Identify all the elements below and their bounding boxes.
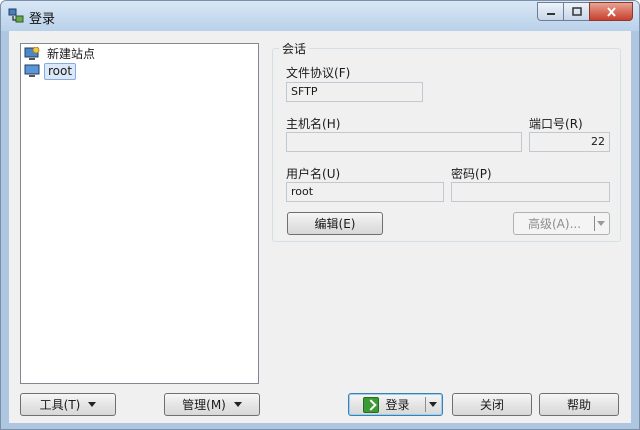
title-bar[interactable]: 登录 — [1, 1, 639, 31]
dialog-body: 新建站点 root 会话 文件协议(F) SFTP 主机名(H) 端口号(R) … — [9, 31, 631, 423]
port-label: 端口号(R) — [529, 117, 583, 131]
maximize-icon — [571, 7, 582, 16]
tools-dropdown-icon — [88, 402, 97, 407]
tree-item-new-site[interactable]: 新建站点 — [24, 46, 98, 62]
tree-item-label: 新建站点 — [47, 46, 96, 61]
tools-button[interactable]: 工具 (T) — [20, 393, 116, 416]
username-hotkey: (U) — [322, 167, 341, 181]
login-icon — [363, 396, 380, 413]
login-button[interactable]: 登录 — [348, 393, 443, 416]
username-input[interactable]: root — [286, 182, 444, 202]
manage-hotkey: (M) — [206, 397, 226, 412]
help-button[interactable]: 帮助 — [539, 393, 619, 416]
new-site-icon — [24, 47, 40, 60]
app-icon — [8, 8, 24, 23]
manage-button[interactable]: 管理 (M) — [164, 393, 260, 416]
close-icon — [606, 6, 616, 17]
tools-hotkey: (T) — [63, 397, 81, 412]
advanced-hotkey: (A)... — [552, 217, 582, 231]
protocol-select[interactable]: SFTP — [286, 82, 423, 102]
advanced-button[interactable]: 高级(A)... — [513, 212, 610, 235]
port-input[interactable]: 22 — [529, 132, 610, 152]
edit-hotkey: (E) — [338, 216, 356, 231]
manage-dropdown-icon — [233, 402, 242, 407]
close-button[interactable]: 关闭 — [452, 393, 532, 416]
host-hotkey: (H) — [322, 117, 341, 131]
host-label: 主机名(H) — [286, 117, 341, 131]
port-hotkey: (R) — [565, 117, 583, 131]
password-input[interactable] — [451, 182, 610, 202]
caption-buttons — [537, 2, 633, 22]
login-dropdown-icon — [429, 402, 437, 407]
window-title: 登录 — [29, 12, 56, 27]
protocol-label: 文件协议(F) — [286, 66, 351, 80]
password-hotkey: (P) — [475, 167, 492, 181]
advanced-dropdown-icon — [597, 221, 605, 226]
edit-button[interactable]: 编辑 (E) — [287, 212, 383, 235]
tree-item-label: root — [44, 62, 77, 80]
password-label: 密码(P) — [451, 167, 492, 181]
tree-item-root[interactable]: root — [24, 62, 77, 80]
minimize-icon — [546, 12, 555, 15]
maximize-button[interactable] — [563, 2, 589, 21]
host-input[interactable] — [286, 132, 522, 152]
minimize-button[interactable] — [537, 2, 563, 21]
protocol-hotkey: (F) — [334, 66, 351, 80]
session-group-title: 会话 — [279, 40, 310, 57]
username-label: 用户名(U) — [286, 167, 341, 181]
close-window-button[interactable] — [589, 2, 633, 21]
login-window: 登录 新建站点 root 会话 文件协议(F) SFTP 主机名(H) 端口号(… — [0, 0, 640, 430]
site-tree[interactable]: 新建站点 root — [20, 43, 259, 384]
computer-icon — [24, 64, 40, 77]
